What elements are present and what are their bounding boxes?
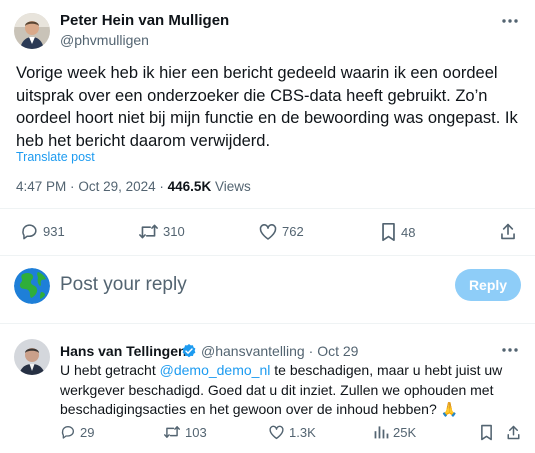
share-icon bbox=[501, 223, 515, 240]
views-label: Views bbox=[214, 179, 251, 194]
tweet-text: Vorige week heb ik hier een bericht gede… bbox=[16, 64, 518, 150]
reply-button[interactable]: 931 bbox=[20, 222, 65, 241]
reply-text-part: U hebt getracht bbox=[60, 362, 160, 378]
reply-author-handle[interactable]: @hansvantelling bbox=[201, 343, 305, 359]
reply-count: 931 bbox=[43, 224, 65, 239]
divider bbox=[0, 208, 535, 209]
meta-separator: · bbox=[70, 179, 75, 194]
mention-link[interactable]: @demo_demo_nl bbox=[160, 362, 271, 378]
share-button[interactable] bbox=[499, 222, 517, 241]
reply-author-meta: @hansvantelling · Oct 29 bbox=[201, 343, 358, 359]
reply-author-avatar[interactable] bbox=[14, 339, 50, 375]
reply-like-count: 1.3K bbox=[289, 424, 316, 440]
heart-icon bbox=[259, 224, 277, 240]
reply-reply-button[interactable]: 29 bbox=[60, 424, 94, 440]
tweet-date[interactable]: Oct 29, 2024 bbox=[78, 179, 155, 194]
main-tweet: Peter Hein van Mulligen @phvmulligen Vor… bbox=[0, 0, 535, 256]
reply-more-options-button[interactable] bbox=[499, 343, 521, 357]
author-name[interactable]: Peter Hein van Mulligen bbox=[60, 12, 229, 29]
translate-post-link[interactable]: Translate post bbox=[16, 150, 95, 164]
repost-count: 310 bbox=[163, 224, 185, 239]
more-options-button[interactable] bbox=[499, 14, 521, 28]
divider bbox=[0, 323, 535, 324]
views-count: 446.5K bbox=[167, 179, 212, 194]
repost-button[interactable]: 310 bbox=[138, 222, 185, 241]
reply-views-button[interactable]: 25K bbox=[373, 424, 416, 440]
reply-icon bbox=[22, 224, 37, 240]
reply-date[interactable]: Oct 29 bbox=[317, 343, 358, 359]
divider bbox=[0, 255, 535, 256]
reply-repost-button[interactable]: 103 bbox=[163, 424, 207, 440]
bookmark-icon bbox=[382, 222, 395, 242]
reply-repost-count: 103 bbox=[185, 424, 207, 440]
current-user-avatar[interactable] bbox=[14, 268, 50, 304]
reply-actions: 29 103 1.3K 25K bbox=[0, 424, 535, 444]
like-count: 762 bbox=[282, 224, 304, 239]
reply-author-name[interactable]: Hans van Tellingen bbox=[60, 343, 187, 359]
reply-reply-count: 29 bbox=[80, 424, 95, 440]
reply-views-count: 25K bbox=[393, 424, 417, 440]
tweet-actions: 931 310 762 48 bbox=[0, 222, 535, 244]
repost-icon bbox=[139, 224, 158, 239]
bookmark-count: 48 bbox=[401, 224, 416, 240]
share-icon bbox=[507, 425, 520, 440]
reply-text: U hebt getracht @demo_demo_nl te beschad… bbox=[60, 361, 525, 420]
reply-input[interactable]: Post your reply bbox=[60, 274, 187, 296]
heart-icon bbox=[269, 425, 284, 440]
author-handle[interactable]: @phvmulligen bbox=[60, 32, 149, 48]
reply-share-button[interactable] bbox=[506, 424, 521, 441]
globe-avatar-icon bbox=[14, 268, 50, 304]
author-avatar[interactable] bbox=[14, 13, 50, 49]
meta-separator: · bbox=[308, 343, 314, 359]
reply-icon bbox=[61, 426, 74, 439]
like-button[interactable]: 762 bbox=[258, 222, 304, 241]
bookmark-icon bbox=[481, 424, 492, 441]
meta-separator: · bbox=[159, 179, 164, 194]
tweet-time[interactable]: 4:47 PM bbox=[16, 179, 66, 194]
bookmark-button[interactable]: 48 bbox=[380, 222, 415, 242]
more-horizontal-icon bbox=[502, 348, 518, 352]
more-horizontal-icon bbox=[502, 19, 518, 23]
reply-bookmark-button[interactable] bbox=[479, 424, 494, 441]
views-icon bbox=[374, 426, 389, 439]
reply-like-button[interactable]: 1.3K bbox=[268, 424, 316, 440]
repost-icon bbox=[164, 426, 180, 438]
tweet-meta: 4:47 PM · Oct 29, 2024 · 446.5K Views bbox=[16, 179, 251, 194]
reply-submit-button[interactable]: Reply bbox=[455, 269, 521, 301]
